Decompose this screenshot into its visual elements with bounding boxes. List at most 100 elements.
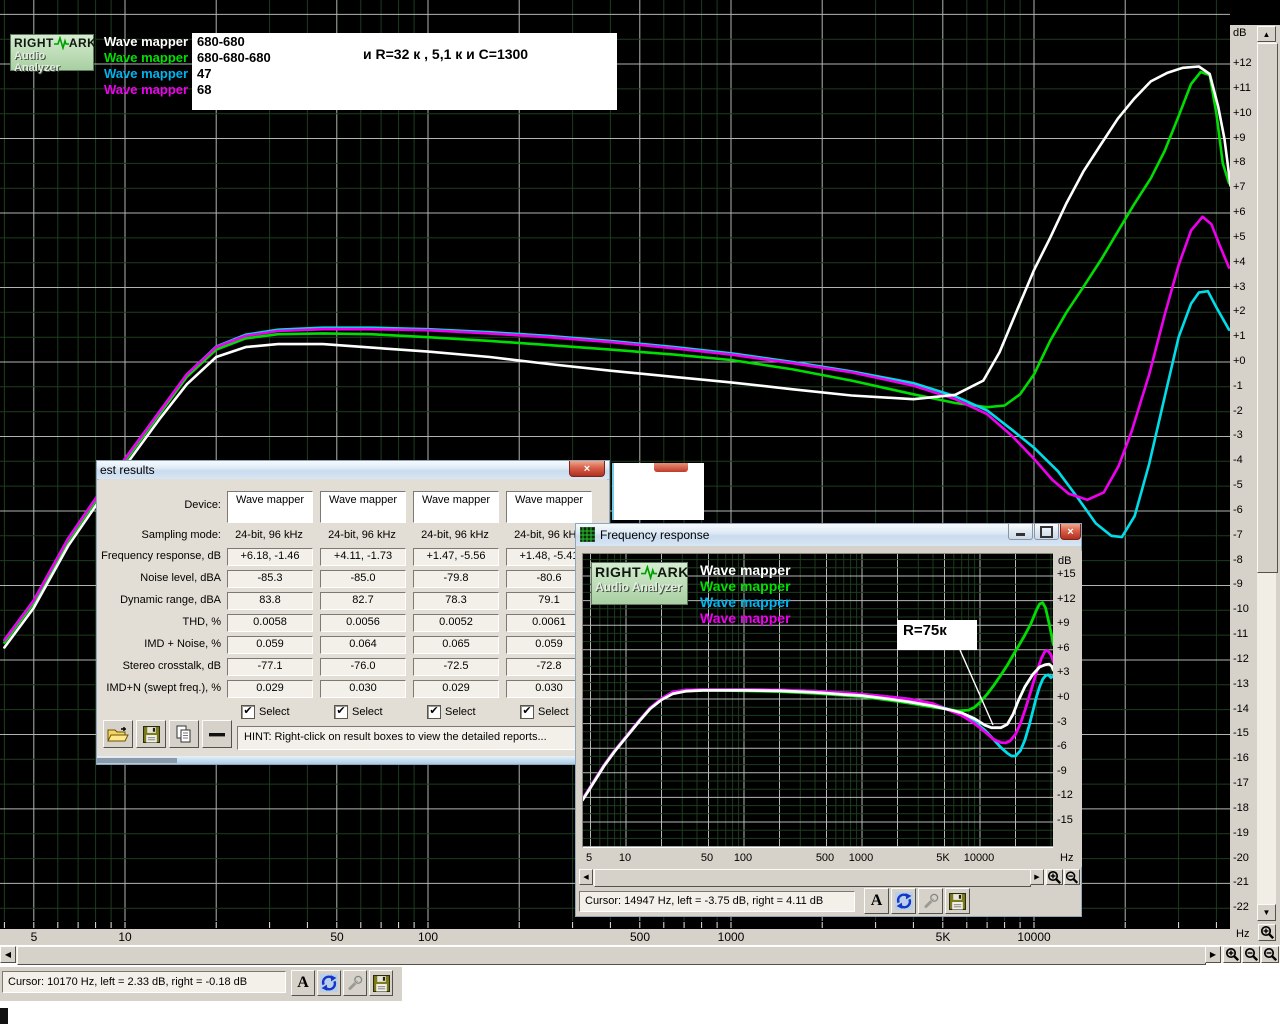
toolbar-button[interactable] — [103, 720, 133, 748]
rmaa-screen: RIGHT ARK Audio Analyzer и R=32 к , 5,1 к… — [0, 0, 1280, 1024]
select-checkbox[interactable]: ✔ — [427, 705, 441, 719]
toolbar-button[interactable] — [136, 720, 166, 748]
minimize-button[interactable] — [1008, 524, 1033, 540]
legend-item: Wave mapper — [700, 562, 791, 578]
result-box[interactable]: 0.0056 — [320, 614, 406, 632]
close-button[interactable]: × — [1060, 524, 1081, 540]
select-checkbox[interactable]: ✔ — [334, 705, 348, 719]
zoom-in-button[interactable] — [1046, 869, 1063, 885]
result-box[interactable]: 0.030 — [320, 680, 406, 698]
frequency-response-plot[interactable]: RIGHT ARK Audio Analyzer R=75к Wave mappe… — [582, 553, 1055, 848]
legend-item: Wave mapper — [700, 594, 791, 610]
result-box[interactable]: -79.8 — [413, 570, 499, 588]
y-axis-tick-label: +7 — [1233, 181, 1246, 193]
device-combo[interactable]: Wave mapper — [320, 491, 406, 523]
result-box[interactable]: -85.3 — [227, 570, 313, 588]
y-axis-tick-label: -12 — [1057, 789, 1073, 801]
scroll-up-button[interactable]: ▲ — [1257, 26, 1276, 42]
result-box[interactable]: -72.5 — [413, 658, 499, 676]
device-combo[interactable]: Wave mapper — [506, 491, 592, 523]
y-axis-tick-label: -3 — [1233, 429, 1243, 441]
device-value: Wave mapper — [514, 494, 584, 506]
settings-wrench-button[interactable] — [343, 970, 367, 996]
result-box[interactable]: +1.47, -5.56 — [413, 548, 499, 566]
save-button[interactable] — [369, 970, 393, 996]
result-box[interactable]: 83.8 — [227, 592, 313, 610]
result-box[interactable]: +6.18, -1.46 — [227, 548, 313, 566]
window-title: est results — [100, 463, 155, 477]
scroll-down-button[interactable]: ▼ — [1257, 904, 1276, 921]
result-box[interactable]: 0.065 — [413, 636, 499, 654]
result-box[interactable]: -77.1 — [227, 658, 313, 676]
save-icon — [142, 725, 160, 743]
maximize-button[interactable] — [1034, 524, 1059, 540]
refresh-button[interactable] — [891, 888, 916, 914]
result-box[interactable]: 0.064 — [320, 636, 406, 654]
result-box[interactable]: -76.0 — [320, 658, 406, 676]
result-box[interactable]: 0.0058 — [227, 614, 313, 632]
result-box[interactable]: 78.3 — [413, 592, 499, 610]
device-combo[interactable]: Wave mapper — [227, 491, 313, 523]
main-vertical-scrollbar[interactable]: ▲ ▼ — [1257, 26, 1278, 921]
scroll-right-button[interactable]: ▶ — [1030, 869, 1044, 885]
zoom-in-button[interactable] — [1223, 946, 1241, 963]
y-axis-tick-label: -11 — [1233, 628, 1249, 640]
frequency-response-titlebar[interactable]: Frequency response × — [576, 524, 1081, 546]
logo-text-right: ARK — [657, 564, 689, 580]
result-box[interactable]: 0.0052 — [413, 614, 499, 632]
select-checkbox[interactable]: ✔ — [241, 705, 255, 719]
scroll-left-button[interactable]: ◀ — [579, 869, 593, 885]
toolbar-button[interactable] — [169, 720, 199, 748]
scroll-left-button[interactable]: ◀ — [0, 946, 16, 963]
settings-wrench-button[interactable] — [918, 888, 943, 914]
refresh-button[interactable] — [317, 970, 341, 996]
main-horizontal-scrollbar[interactable]: ◀ ▶ — [0, 946, 1280, 965]
scroll-right-button[interactable]: ▶ — [1205, 946, 1221, 963]
toolbar-button[interactable] — [202, 720, 232, 748]
scrollbar-thumb[interactable] — [1257, 43, 1278, 573]
y-axis-tick-label: +0 — [1233, 355, 1246, 367]
legend-item: Wave mapper — [700, 610, 791, 626]
scrollbar-thumb[interactable] — [17, 946, 1206, 965]
x-axis-tick-label: 5K — [935, 930, 951, 944]
sampling-mode-value: 24-bit, 96 kHz — [235, 529, 303, 541]
x-axis-tick-label: 5 — [30, 930, 38, 944]
device-combo[interactable]: Wave mapper — [413, 491, 499, 523]
result-box[interactable]: 0.029 — [227, 680, 313, 698]
zoom-out-button[interactable] — [1242, 946, 1260, 963]
font-button[interactable]: A — [864, 888, 889, 914]
result-box[interactable]: +4.11, -1.73 — [320, 548, 406, 566]
y-axis-tick-label: +11 — [1233, 82, 1251, 94]
y-axis-tick-label: +6 — [1233, 206, 1246, 218]
y-axis-tick-label: -14 — [1233, 703, 1249, 715]
result-box[interactable]: 82.7 — [320, 592, 406, 610]
y-axis-tick-label: +2 — [1233, 305, 1246, 317]
zoom-in-button[interactable] — [1258, 924, 1276, 941]
y-axis-tick-label: -4 — [1233, 454, 1243, 466]
result-box[interactable]: 0.059 — [227, 636, 313, 654]
fr-horizontal-scrollbar[interactable]: ◀ ▶ — [579, 869, 1080, 887]
window-title: Frequency response — [600, 528, 710, 542]
select-label: Select — [538, 706, 569, 718]
result-box[interactable]: 0.029 — [413, 680, 499, 698]
scrollbar-thumb[interactable] — [594, 869, 1031, 887]
y-axis-tick-label: -16 — [1233, 752, 1249, 764]
close-button[interactable]: × — [569, 461, 605, 477]
main-y-axis: dB ▲ ▼ Hz +12 +11 +10 +9 +8 +7 +6 +5 +4 +3 +2 +1 +0 -… — [1230, 25, 1280, 945]
select-checkbox[interactable]: ✔ — [520, 705, 534, 719]
save-button[interactable] — [945, 888, 970, 914]
rightmark-logo: RIGHT ARK Audio Analyzer — [591, 562, 688, 605]
logo-text-left: RIGHT — [14, 36, 54, 50]
font-button[interactable]: A — [291, 970, 315, 996]
zoom-out-button[interactable] — [1064, 869, 1080, 885]
zoom-out-button[interactable] — [1261, 946, 1279, 963]
x-axis-tick-label: 100 — [417, 930, 439, 944]
legend-item: Wave mapper — [104, 82, 189, 97]
cursor-readout: Cursor: 14947 Hz, left = -3.75 dB, right… — [579, 891, 855, 912]
test-results-titlebar[interactable]: est results × — [97, 461, 609, 480]
series-info-line: 47 — [197, 66, 212, 81]
result-box[interactable]: -85.0 — [320, 570, 406, 588]
y-axis-tick-label: +3 — [1057, 666, 1070, 678]
y-axis-tick-label: +5 — [1233, 231, 1246, 243]
sampling-mode-value: 24-bit, 96 kHz — [328, 529, 396, 541]
